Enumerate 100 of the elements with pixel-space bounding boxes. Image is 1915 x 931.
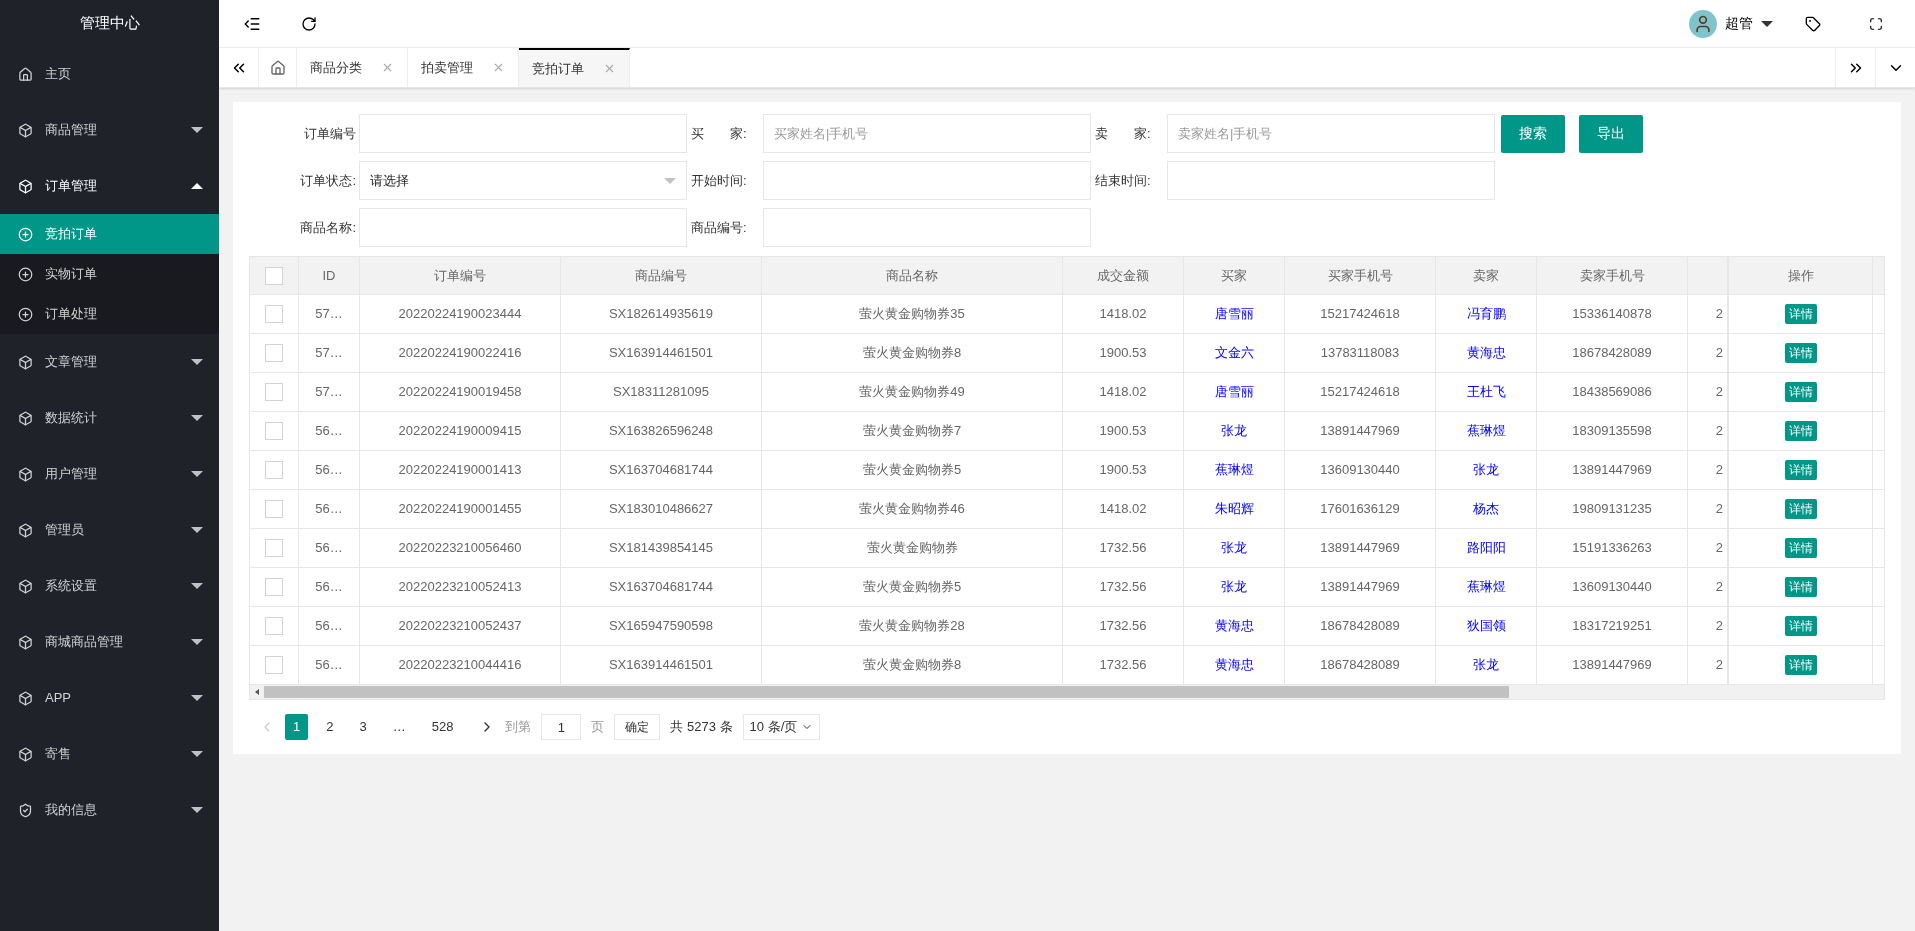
sidebar-item[interactable]: 用户管理 (0, 446, 219, 502)
name-link[interactable]: 狄国领 (1466, 616, 1506, 636)
column-header: 买家手机号 (1285, 257, 1436, 294)
table-cell-text: 18678428089 (1572, 344, 1652, 363)
details-button[interactable]: 详情 (1784, 499, 1817, 519)
checkbox[interactable] (265, 383, 283, 401)
page-number[interactable]: 2 (318, 714, 342, 740)
details-button[interactable]: 详情 (1784, 655, 1817, 675)
input-field[interactable]: 买家姓名|手机号 (763, 114, 1091, 153)
page-number[interactable]: 3 (351, 714, 375, 740)
name-link[interactable]: 王杜飞 (1466, 382, 1506, 402)
sidebar-subitem[interactable]: 订单处理 (0, 294, 219, 334)
checkbox[interactable] (265, 422, 283, 440)
input-field[interactable] (359, 208, 687, 247)
sidebar-item[interactable]: 订单管理 (0, 158, 219, 214)
table-cell-text: 萤火黄金购物券 (866, 539, 958, 558)
sidebar-item[interactable]: 商城商品管理 (0, 614, 219, 670)
name-link[interactable]: 黄海忠 (1214, 655, 1254, 675)
sidebar-item[interactable]: 主页 (0, 46, 219, 102)
sidebar-item[interactable]: 我的信息 (0, 782, 219, 838)
sidebar-subitem[interactable]: 竞拍订单 (0, 214, 219, 254)
input-field[interactable] (763, 208, 1091, 247)
checkbox[interactable] (265, 461, 283, 479)
confirm-button[interactable]: 确定 (614, 714, 661, 740)
export-button[interactable]: 导出 (1579, 114, 1643, 153)
caret-icon (1761, 20, 1773, 27)
name-link[interactable]: 朱昭辉 (1214, 499, 1254, 519)
table-cell-text: 萤火黄金购物券5 (862, 461, 962, 480)
details-button[interactable]: 详情 (1784, 304, 1817, 324)
fullscreen-icon[interactable] (1869, 16, 1883, 31)
page-tab[interactable]: 竞拍订单 (519, 48, 630, 87)
box-icon (18, 410, 33, 426)
name-link[interactable]: 蕉琳煜 (1214, 460, 1254, 480)
scroll-left-arrow-icon[interactable] (254, 689, 260, 695)
checkbox[interactable] (265, 500, 283, 518)
name-link[interactable]: 张龙 (1473, 655, 1499, 675)
name-link[interactable]: 杨杰 (1473, 499, 1499, 519)
name-link[interactable]: 黄海忠 (1466, 343, 1506, 363)
close-icon[interactable] (381, 61, 394, 74)
user-name[interactable]: 超管 (1725, 13, 1753, 34)
name-link[interactable]: 张龙 (1221, 421, 1247, 441)
sidebar-subitem[interactable]: 实物订单 (0, 254, 219, 294)
home-icon[interactable] (269, 59, 286, 76)
page-number[interactable]: 1 (285, 714, 309, 740)
name-link[interactable]: 唐雪丽 (1214, 382, 1254, 402)
details-button[interactable]: 详情 (1784, 343, 1817, 363)
input-field[interactable]: 卖家姓名|手机号 (1167, 114, 1495, 153)
checkbox[interactable] (265, 539, 283, 557)
avatar[interactable] (1689, 9, 1717, 38)
tag-icon[interactable] (1805, 15, 1821, 32)
checkbox[interactable] (265, 344, 283, 362)
details-button[interactable]: 详情 (1784, 460, 1817, 480)
details-button[interactable]: 详情 (1784, 538, 1817, 558)
table-cell-text: 2 (1715, 539, 1723, 558)
table-cell-text: 20220224190023444 (398, 305, 522, 324)
checkbox[interactable] (265, 617, 283, 635)
name-link[interactable]: 蕉琳煜 (1466, 421, 1506, 441)
sidebar-item[interactable]: 管理员 (0, 502, 219, 558)
page-number[interactable]: 528 (423, 714, 462, 740)
sidebar-item[interactable]: 寄售 (0, 726, 219, 782)
field-label: 买 家: (690, 124, 748, 143)
checkbox[interactable] (265, 578, 283, 596)
name-link[interactable]: 文金六 (1214, 343, 1254, 363)
sidebar-item[interactable]: 系统设置 (0, 558, 219, 614)
name-link[interactable]: 黄海忠 (1214, 616, 1254, 636)
sidebar-item[interactable]: 文章管理 (0, 334, 219, 390)
details-button[interactable]: 详情 (1784, 577, 1817, 597)
details-button[interactable]: 详情 (1784, 421, 1817, 441)
name-link[interactable]: 蕉琳煜 (1466, 577, 1506, 597)
checkbox[interactable] (265, 305, 283, 323)
name-link[interactable]: 唐雪丽 (1214, 304, 1254, 324)
input-field[interactable] (763, 161, 1091, 200)
checkbox[interactable] (265, 656, 283, 674)
details-button[interactable]: 详情 (1784, 382, 1817, 402)
refresh-icon[interactable] (301, 15, 317, 32)
page-number[interactable]: … (384, 714, 414, 740)
page-size-select[interactable]: 10 条/页 (742, 714, 821, 740)
table-cell-text: 15336140878 (1572, 305, 1652, 324)
page-tab[interactable]: 商品分类 (297, 48, 408, 87)
name-link[interactable]: 张龙 (1221, 538, 1247, 558)
input-field[interactable] (359, 114, 687, 153)
sidebar-item[interactable]: 数据统计 (0, 390, 219, 446)
details-button[interactable]: 详情 (1784, 616, 1817, 636)
page-input[interactable]: 1 (541, 714, 582, 740)
sidebar-item[interactable]: 商品管理 (0, 102, 219, 158)
checkbox[interactable] (265, 266, 283, 285)
box-icon (18, 178, 33, 194)
horizontal-scrollbar[interactable] (250, 685, 1884, 699)
name-link[interactable]: 路阳阳 (1466, 538, 1506, 558)
close-icon[interactable] (492, 61, 505, 74)
input-field[interactable] (1167, 161, 1495, 200)
close-icon[interactable] (603, 62, 616, 75)
name-link[interactable]: 冯育鹏 (1466, 304, 1506, 324)
status-select[interactable]: 请选择 (359, 161, 687, 200)
name-link[interactable]: 张龙 (1473, 460, 1499, 480)
name-link[interactable]: 张龙 (1221, 577, 1247, 597)
table-cell-text: 18309135598 (1572, 422, 1652, 441)
sidebar-item[interactable]: APP (0, 670, 219, 726)
search-button[interactable]: 搜索 (1501, 114, 1565, 153)
table-cell-text: 1732.56 (1099, 617, 1147, 636)
